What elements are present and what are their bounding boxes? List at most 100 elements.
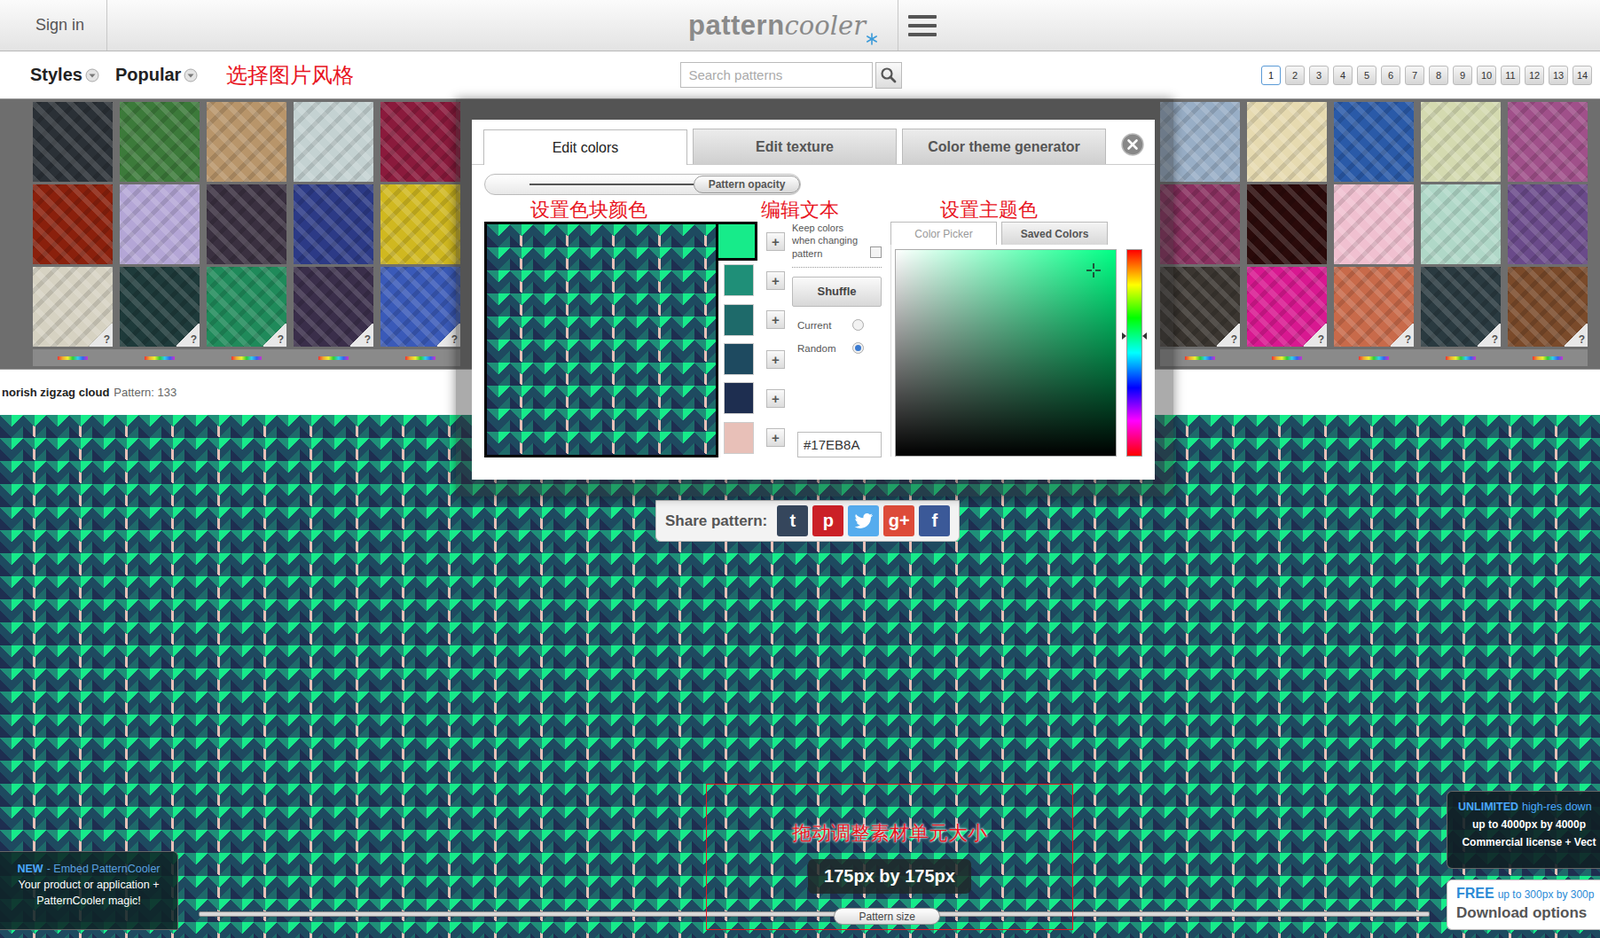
share-button[interactable]: t	[776, 505, 808, 537]
help-badge[interactable]: ?	[1216, 323, 1240, 347]
color-swatch[interactable]	[723, 264, 754, 297]
bird-icon	[854, 512, 874, 531]
share-button[interactable]	[847, 505, 879, 537]
pattern-thumbnail[interactable]	[32, 184, 113, 265]
pattern-thumbnail[interactable]	[1247, 184, 1327, 265]
pattern-thumbnail[interactable]	[119, 101, 200, 182]
page-button[interactable]: 10	[1476, 65, 1497, 86]
sign-in-link[interactable]: Sign in	[35, 15, 85, 35]
color-swatch[interactable]	[723, 304, 754, 337]
help-badge[interactable]: ?	[263, 323, 287, 347]
share-button[interactable]: g+	[883, 505, 915, 537]
hue-marker-icon[interactable]	[1121, 332, 1147, 340]
crosshair-icon[interactable]	[1085, 262, 1102, 279]
pattern-thumbnail[interactable]	[1333, 184, 1414, 265]
pattern-thumbnail[interactable]	[380, 184, 461, 265]
dialog-tab[interactable]: Edit colors	[483, 129, 688, 165]
page-button[interactable]: 12	[1524, 65, 1545, 86]
hex-input[interactable]	[797, 431, 882, 458]
dropdown-menu[interactable]: Styles	[30, 64, 100, 86]
color-swatch[interactable]	[718, 221, 758, 261]
add-color-button[interactable]: +	[766, 271, 785, 291]
page-button[interactable]: 2	[1285, 65, 1305, 86]
help-badge[interactable]: ?	[89, 323, 113, 347]
color-bar-icon	[1271, 356, 1302, 361]
pattern-thumbnail[interactable]	[380, 101, 461, 182]
page-button[interactable]: 5	[1356, 65, 1377, 86]
page-button[interactable]: 8	[1428, 65, 1449, 86]
pattern-thumbnail[interactable]	[1507, 184, 1588, 265]
help-badge[interactable]: ?	[1390, 323, 1414, 347]
help-badge[interactable]: ?	[176, 323, 200, 347]
annotation: 设置主题色	[940, 196, 1038, 224]
hue-slider[interactable]	[1126, 249, 1143, 457]
page-button[interactable]: 4	[1333, 65, 1353, 86]
page-button[interactable]: 7	[1404, 65, 1425, 86]
size-slider-track[interactable]	[198, 911, 1430, 918]
pattern-thumbnail[interactable]: ?	[1507, 266, 1588, 347]
opacity-handle[interactable]: Pattern opacity	[693, 175, 800, 194]
pattern-thumbnail[interactable]: ?	[1247, 266, 1327, 347]
color-picker-area[interactable]	[894, 249, 1117, 457]
search-button[interactable]	[875, 62, 902, 89]
page-button[interactable]: 3	[1309, 65, 1329, 86]
embed-promo[interactable]: NEW- Embed PatternCoolerYour product or …	[0, 851, 179, 931]
pattern-thumbnail[interactable]	[206, 184, 287, 265]
pattern-thumbnail[interactable]: ?	[1420, 266, 1501, 347]
help-badge[interactable]: ?	[350, 323, 374, 347]
pattern-thumbnail[interactable]	[293, 101, 374, 182]
pattern-thumbnail[interactable]	[32, 101, 113, 182]
add-color-button[interactable]: +	[766, 232, 785, 251]
add-color-button[interactable]: +	[766, 428, 785, 448]
opacity-slider[interactable]: Pattern opacity	[484, 173, 801, 196]
dropdown-menu[interactable]: Popular	[115, 64, 198, 86]
page-button[interactable]: 6	[1380, 65, 1401, 86]
pattern-thumbnail[interactable]	[1420, 184, 1501, 265]
pattern-thumbnail[interactable]	[1420, 101, 1501, 182]
dialog-tab[interactable]: Color theme generator	[901, 128, 1106, 165]
page-button[interactable]: 14	[1572, 65, 1593, 86]
picker-tab[interactable]: Color Picker	[890, 221, 997, 245]
help-badge[interactable]: ?	[1564, 323, 1588, 347]
share-button[interactable]: f	[918, 505, 950, 537]
pattern-thumbnail[interactable]: ?	[206, 266, 287, 347]
close-icon[interactable]	[1121, 133, 1145, 157]
shuffle-button[interactable]: Shuffle	[792, 276, 882, 307]
search-input[interactable]	[680, 62, 873, 88]
hamburger-icon[interactable]	[898, 0, 937, 51]
help-badge[interactable]: ?	[1477, 323, 1501, 347]
pattern-thumbnail[interactable]: ?	[32, 266, 113, 347]
pattern-thumbnail[interactable]	[1333, 101, 1414, 182]
pattern-thumbnail[interactable]	[1507, 101, 1588, 182]
color-swatch[interactable]	[723, 343, 754, 376]
logo[interactable]: patterncooler	[688, 9, 879, 42]
picker-tab[interactable]: Saved Colors	[1001, 221, 1108, 245]
color-swatch[interactable]	[723, 422, 754, 455]
page-button[interactable]: 9	[1452, 65, 1473, 86]
page-button[interactable]: 1	[1261, 65, 1281, 86]
pattern-thumbnail[interactable]	[206, 101, 287, 182]
pattern-thumbnail[interactable]: ?	[1333, 266, 1414, 347]
add-color-button[interactable]: +	[766, 389, 785, 408]
color-bar-icon	[144, 356, 175, 361]
color-swatch[interactable]	[723, 382, 754, 415]
size-slider-handle[interactable]: Pattern size	[833, 908, 941, 926]
help-badge[interactable]: ?	[1303, 323, 1327, 347]
add-color-button[interactable]: +	[766, 310, 785, 330]
mode-radio[interactable]: Random	[792, 337, 882, 361]
pattern-thumbnail[interactable]: ?	[380, 266, 461, 347]
download-options[interactable]: FREEup to 300px by 300pDownload options	[1446, 879, 1600, 931]
dialog-tab[interactable]: Edit texture	[692, 128, 897, 165]
share-button[interactable]: p	[812, 505, 844, 537]
page-button[interactable]: 13	[1548, 65, 1569, 86]
page-button[interactable]: 11	[1500, 65, 1521, 86]
pattern-thumbnail[interactable]	[119, 184, 200, 265]
keep-colors-checkbox[interactable]	[870, 246, 882, 259]
pattern-thumbnail[interactable]	[1247, 101, 1327, 182]
unlimited-offer[interactable]: UNLIMITEDhigh-res downup to 4000px by 40…	[1446, 791, 1600, 870]
pattern-thumbnail[interactable]: ?	[119, 266, 200, 347]
pattern-thumbnail[interactable]: ?	[293, 266, 374, 347]
add-color-button[interactable]: +	[766, 350, 785, 369]
pattern-thumbnail[interactable]	[293, 184, 374, 265]
mode-radio[interactable]: Current	[792, 313, 882, 338]
